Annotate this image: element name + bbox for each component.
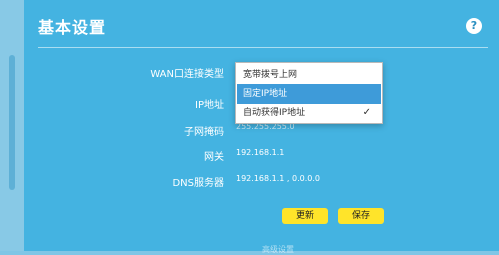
advanced-settings-link[interactable]: 高级设置 xyxy=(262,244,294,255)
wan-type-label: WAN口连接类型 xyxy=(150,69,224,80)
left-sidebar-strip xyxy=(0,0,24,251)
dropdown-option-label: 固定IP地址 xyxy=(243,89,288,99)
dns-server-value[interactable]: 192.168.1.1 , 0.0.0.0 xyxy=(236,174,320,183)
ip-address-label: IP地址 xyxy=(195,100,224,111)
gateway-label: 网关 xyxy=(204,152,224,163)
update-button[interactable]: 更新 xyxy=(282,208,328,224)
title-divider xyxy=(38,47,488,48)
check-icon: ✓ xyxy=(362,107,371,118)
dropdown-option-pppoe[interactable]: 宽带拨号上网 xyxy=(237,65,381,85)
dropdown-option-dhcp[interactable]: 自动获得IP地址 ✓ xyxy=(237,103,381,123)
page: 基本设置 ? WAN口连接类型 IP地址 子网掩码 网关 DNS服务器 255.… xyxy=(0,0,499,254)
gateway-value[interactable]: 192.168.1.1 xyxy=(236,148,284,157)
sidebar-scrollbar[interactable] xyxy=(9,55,15,190)
subnet-mask-label: 子网掩码 xyxy=(184,127,224,138)
dropdown-option-label: 自动获得IP地址 xyxy=(243,108,306,118)
dropdown-option-static-ip[interactable]: 固定IP地址 xyxy=(237,84,381,104)
wan-type-dropdown[interactable]: 宽带拨号上网 固定IP地址 自动获得IP地址 ✓ xyxy=(235,62,383,124)
help-icon[interactable]: ? xyxy=(466,18,482,34)
dns-server-label: DNS服务器 xyxy=(172,178,224,189)
dropdown-option-label: 宽带拨号上网 xyxy=(243,70,298,80)
save-button[interactable]: 保存 xyxy=(338,208,384,224)
page-title: 基本设置 xyxy=(38,18,107,37)
